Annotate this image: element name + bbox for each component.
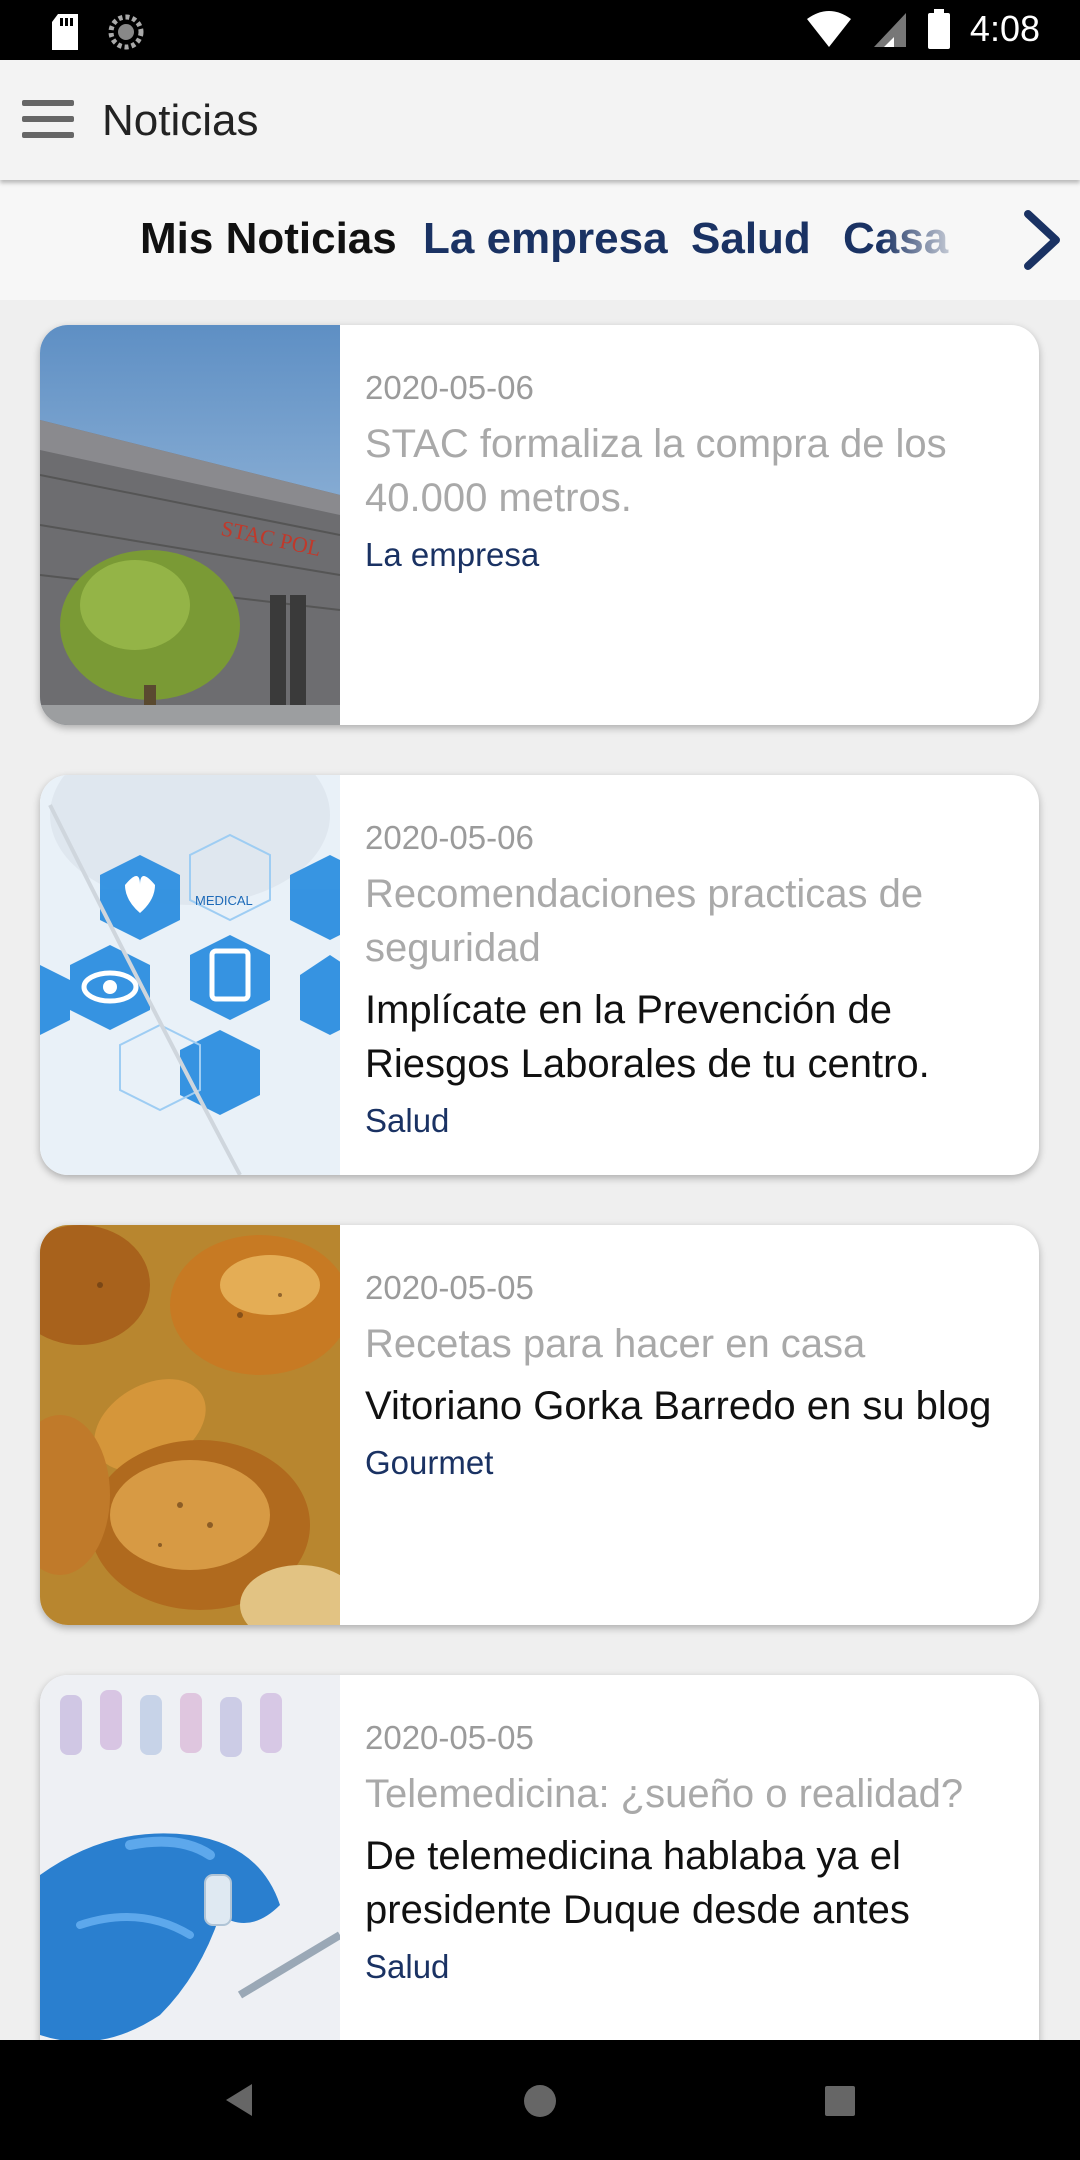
tab-la-empresa[interactable]: La empresa <box>423 214 668 264</box>
tab-mis-noticias[interactable]: Mis Noticias <box>140 214 397 264</box>
article-date: 2020-05-05 <box>365 1269 534 1306</box>
hamburger-menu-icon[interactable] <box>22 100 76 140</box>
roast-chicken-photo <box>40 1225 340 1625</box>
article-title: Recomendaciones practicas de seguridad <box>365 872 924 970</box>
medical-label: MEDICAL <box>195 893 253 908</box>
article-title: Telemedicina: ¿sueño o realidad? <box>365 1772 964 1816</box>
app-bar: Noticias <box>0 60 1080 180</box>
article-category[interactable]: Gourmet <box>365 1439 1015 1487</box>
page-title: Noticias <box>102 96 259 145</box>
sd-card-icon <box>52 14 78 50</box>
tab-salud[interactable]: Salud <box>691 214 811 264</box>
article-title: Recetas para hacer en casa <box>365 1322 866 1366</box>
news-card[interactable]: 2020-05-05 Telemedicina: ¿sueño o realid… <box>40 1675 1039 2040</box>
news-card[interactable]: 2020-05-05 Recetas para hacer en casa Vi… <box>40 1225 1039 1625</box>
news-card[interactable]: MEDICAL 2020-05-06 Recomendaciones pract… <box>40 775 1039 1175</box>
article-date: 2020-05-06 <box>365 819 534 856</box>
wifi-icon <box>806 11 851 47</box>
battery-icon <box>927 9 950 49</box>
status-bar: 4:08 <box>0 0 1080 60</box>
home-icon[interactable] <box>522 2083 558 2119</box>
category-tabs: Mis Noticias La empresa Salud Casa <box>0 180 1080 300</box>
building-photo: STAC POL <box>40 325 340 725</box>
article-category[interactable]: La empresa <box>365 531 1015 579</box>
clock: 4:08 <box>969 8 1040 49</box>
signal-icon <box>873 13 906 47</box>
news-feed: STAC POL 2020-05-06 STAC formaliza la co… <box>0 300 1080 2040</box>
article-headline: Vitoriano Gorka Barredo en su blog <box>365 1384 992 1428</box>
system-nav-bar <box>0 2040 1080 2160</box>
news-card[interactable]: STAC POL 2020-05-06 STAC formaliza la co… <box>40 325 1039 725</box>
article-title: STAC formaliza la compra de los 40.000 m… <box>365 422 947 520</box>
tabs-fade <box>880 180 1010 300</box>
article-date: 2020-05-06 <box>365 369 534 406</box>
article-category[interactable]: Salud <box>365 1097 1015 1145</box>
sync-icon <box>108 14 144 50</box>
lab-glove-photo <box>40 1675 340 2040</box>
article-category[interactable]: Salud <box>365 1943 1015 1991</box>
chevron-right-icon[interactable] <box>1012 208 1072 272</box>
back-icon[interactable] <box>222 2080 256 2120</box>
article-headline: De telemedicina hablaba ya el presidente… <box>365 1834 910 1932</box>
medical-icons-photo: MEDICAL <box>40 775 340 1175</box>
article-date: 2020-05-05 <box>365 1719 534 1756</box>
recents-icon[interactable] <box>823 2084 857 2118</box>
article-headline: Implícate en la Prevención de Riesgos La… <box>365 988 930 1086</box>
